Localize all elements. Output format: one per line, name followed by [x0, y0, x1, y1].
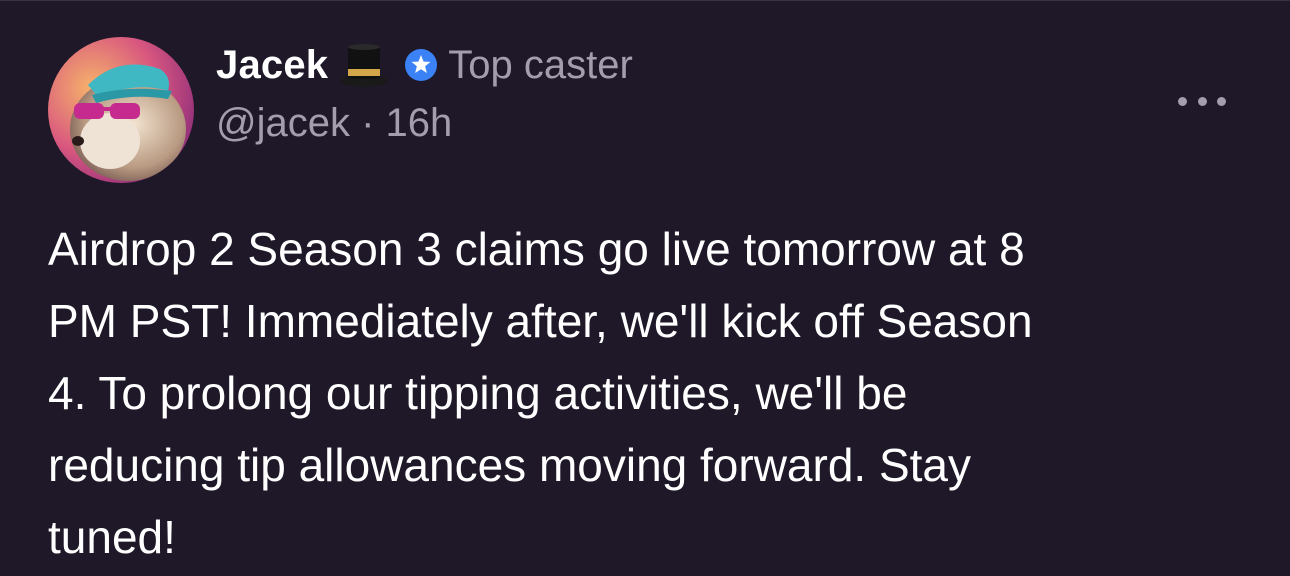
more-horizontal-icon	[1197, 96, 1207, 106]
meta-separator: ·	[361, 101, 386, 145]
post-timestamp[interactable]: 16h	[386, 101, 453, 145]
author-name-row: Jacek Top caster	[216, 39, 633, 91]
post-text-line: Airdrop 2 Season 3 claims go live tomorr…	[48, 223, 1025, 275]
post-text-line: tuned!	[48, 511, 176, 563]
post-text-line: PM PST! Immediately after, we'll kick of…	[48, 295, 1033, 347]
post-text-line: reducing tip allowances moving forward. …	[48, 439, 972, 491]
star-badge-icon	[404, 48, 438, 82]
avatar[interactable]	[48, 37, 194, 183]
more-options-button[interactable]	[1178, 87, 1226, 115]
author-meta: @jacek · 16h	[216, 101, 452, 146]
author-display-name[interactable]: Jacek	[216, 43, 328, 88]
top-caster-label: Top caster	[448, 42, 633, 87]
top-hat-icon	[338, 41, 390, 89]
cast-post: Jacek Top caster @jacek · 16h Airdrop 2	[0, 0, 1290, 576]
more-horizontal-icon	[1178, 96, 1187, 106]
post-text-line: 4. To prolong our tipping activities, we…	[48, 367, 908, 419]
more-horizontal-icon	[1217, 96, 1226, 106]
post-text: Airdrop 2 Season 3 claims go live tomorr…	[48, 213, 1248, 573]
author-handle[interactable]: @jacek	[216, 101, 350, 145]
